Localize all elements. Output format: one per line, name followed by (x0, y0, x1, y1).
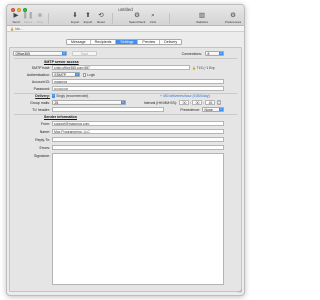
name-input[interactable]: Max Programming, LLC (52, 129, 224, 134)
singly-checkbox[interactable]: ✓ Singly (recommended) (52, 94, 88, 98)
chevron-down-icon: ▾ (121, 101, 125, 104)
spamcheck-icon: ⚙ (134, 12, 140, 19)
tls-option[interactable]: 🔒 TLS (~1 Exp (192, 66, 215, 70)
chevron-down-icon: ▾ (75, 73, 79, 76)
toolbar-separator (112, 13, 113, 24)
lock-icon: 🔒 (10, 27, 15, 31)
errors-input[interactable] (52, 145, 224, 150)
preferences-button[interactable]: ⚙ Preferences (223, 12, 243, 24)
precedence-label: Precedence: (180, 107, 200, 112)
save-preset-button[interactable]: Save (72, 51, 97, 56)
time-separator: : (203, 100, 204, 105)
login-checkbox[interactable]: Login (83, 73, 95, 77)
search-icon: ⌕ (151, 12, 155, 19)
chevron-down-icon: ▾ (219, 52, 223, 55)
tab-message[interactable]: Message (67, 40, 91, 44)
resize-grip-icon[interactable] (237, 288, 242, 293)
signature-label: Signature: (34, 153, 50, 158)
stop-button[interactable]: ■ Stop (33, 12, 47, 24)
smtp-host-input[interactable]: smtp.office365.com:587 (52, 65, 190, 70)
to-header-label: 'To' header: (32, 107, 50, 112)
reset-icon: ⟲ (98, 12, 104, 19)
tab-delivery[interactable]: Delivery (160, 40, 181, 44)
group-mails-label: Group mails: (30, 100, 50, 105)
precedence-select[interactable]: None ▾ (202, 107, 224, 112)
title-bar: untitled ▶ Send ❚❚ Pause ■ Stop ⬇ Import… (7, 5, 244, 26)
from-label: From: (40, 121, 50, 126)
signature-textarea[interactable] (52, 153, 224, 285)
checkbox-unchecked-icon (83, 73, 87, 77)
errors-label: Errors: (39, 145, 51, 150)
toolbar-separator (169, 13, 170, 24)
chevron-down-icon: ▾ (62, 52, 66, 55)
authentication-label: Authentication: (26, 72, 50, 77)
divider (14, 58, 237, 59)
to-header-input[interactable] (52, 107, 164, 112)
interval-minutes-input[interactable]: 00 (192, 100, 202, 105)
password-label: Password: (33, 86, 50, 91)
connections-select[interactable]: 8 ▾ (205, 51, 224, 56)
statistics-button[interactable]: ▥ Statistics (194, 12, 210, 24)
group-mails-select[interactable]: 25 ▾ (52, 100, 126, 105)
spamcheck-button[interactable]: ⚙ SpamCheck (129, 12, 145, 24)
reply-to-input[interactable] (52, 137, 224, 142)
connections-label: Connections: (181, 51, 202, 56)
statistics-chart-icon: ▥ (198, 12, 206, 19)
path-bar: 🔒 Ido... (7, 26, 244, 32)
reply-to-label: Reply-To: (35, 137, 50, 142)
stop-icon: ■ (38, 12, 42, 19)
interval-stepper[interactable]: ▴ ▾ (217, 100, 221, 105)
export-arrow-icon: ⬆ (85, 12, 91, 19)
time-separator: : (190, 100, 191, 105)
smtp-host-label: SMTP host: (31, 65, 50, 70)
from-input[interactable]: support@maxprog.com (52, 121, 224, 126)
interval-seconds-input[interactable]: 45 (205, 100, 215, 105)
tab-bar: Message Recipients Settings Preview Deli… (66, 39, 183, 45)
export-button[interactable]: ⬆ Export (81, 12, 95, 24)
account-id-label: Account ID: (31, 79, 50, 84)
delivery-rate: + 450 deliveries/hour (9,800/day) (160, 93, 210, 98)
import-button[interactable]: ⬇ Import (68, 12, 82, 24)
toolbar: ▶ Send ❚❚ Pause ■ Stop ⬇ Import ⬆ Export… (9, 12, 242, 25)
tab-settings[interactable]: Settings (116, 40, 139, 44)
toolbar-separator (48, 13, 49, 24)
reset-button[interactable]: ⟲ Reset (94, 12, 108, 24)
authentication-select[interactable]: ESMTP ▾ (52, 72, 80, 77)
tab-recipients[interactable]: Recipients (91, 40, 117, 44)
checkmark-icon: ✓ (52, 94, 56, 98)
chevron-down-icon: ▾ (219, 108, 223, 111)
account-preset-select[interactable]: Office365 ▾ (13, 51, 67, 56)
app-window: untitled ▶ Send ❚❚ Pause ■ Stop ⬇ Import… (6, 4, 245, 296)
find-button[interactable]: ⌕ Find (146, 12, 160, 24)
tab-preview[interactable]: Preview (138, 40, 161, 44)
import-arrow-icon: ⬇ (72, 12, 78, 19)
gear-icon: ⚙ (230, 12, 236, 19)
interval-label: Interval (HH:MM:SS): (143, 100, 177, 105)
settings-panel: Office365 ▾ Save Connections: 8 ▾ SMTP s… (9, 47, 242, 292)
name-label: Name: (39, 129, 50, 134)
lock-icon: 🔒 (192, 65, 196, 70)
delivery-label: Delivery: (35, 93, 50, 98)
password-input[interactable]: •••••••••••• (52, 86, 224, 91)
smtp-section-title: SMTP server access (44, 59, 79, 64)
sender-section-title: Sender information (44, 114, 77, 119)
interval-hours-input[interactable]: 00 (179, 100, 189, 105)
account-id-input[interactable]: maxprog (52, 79, 224, 84)
